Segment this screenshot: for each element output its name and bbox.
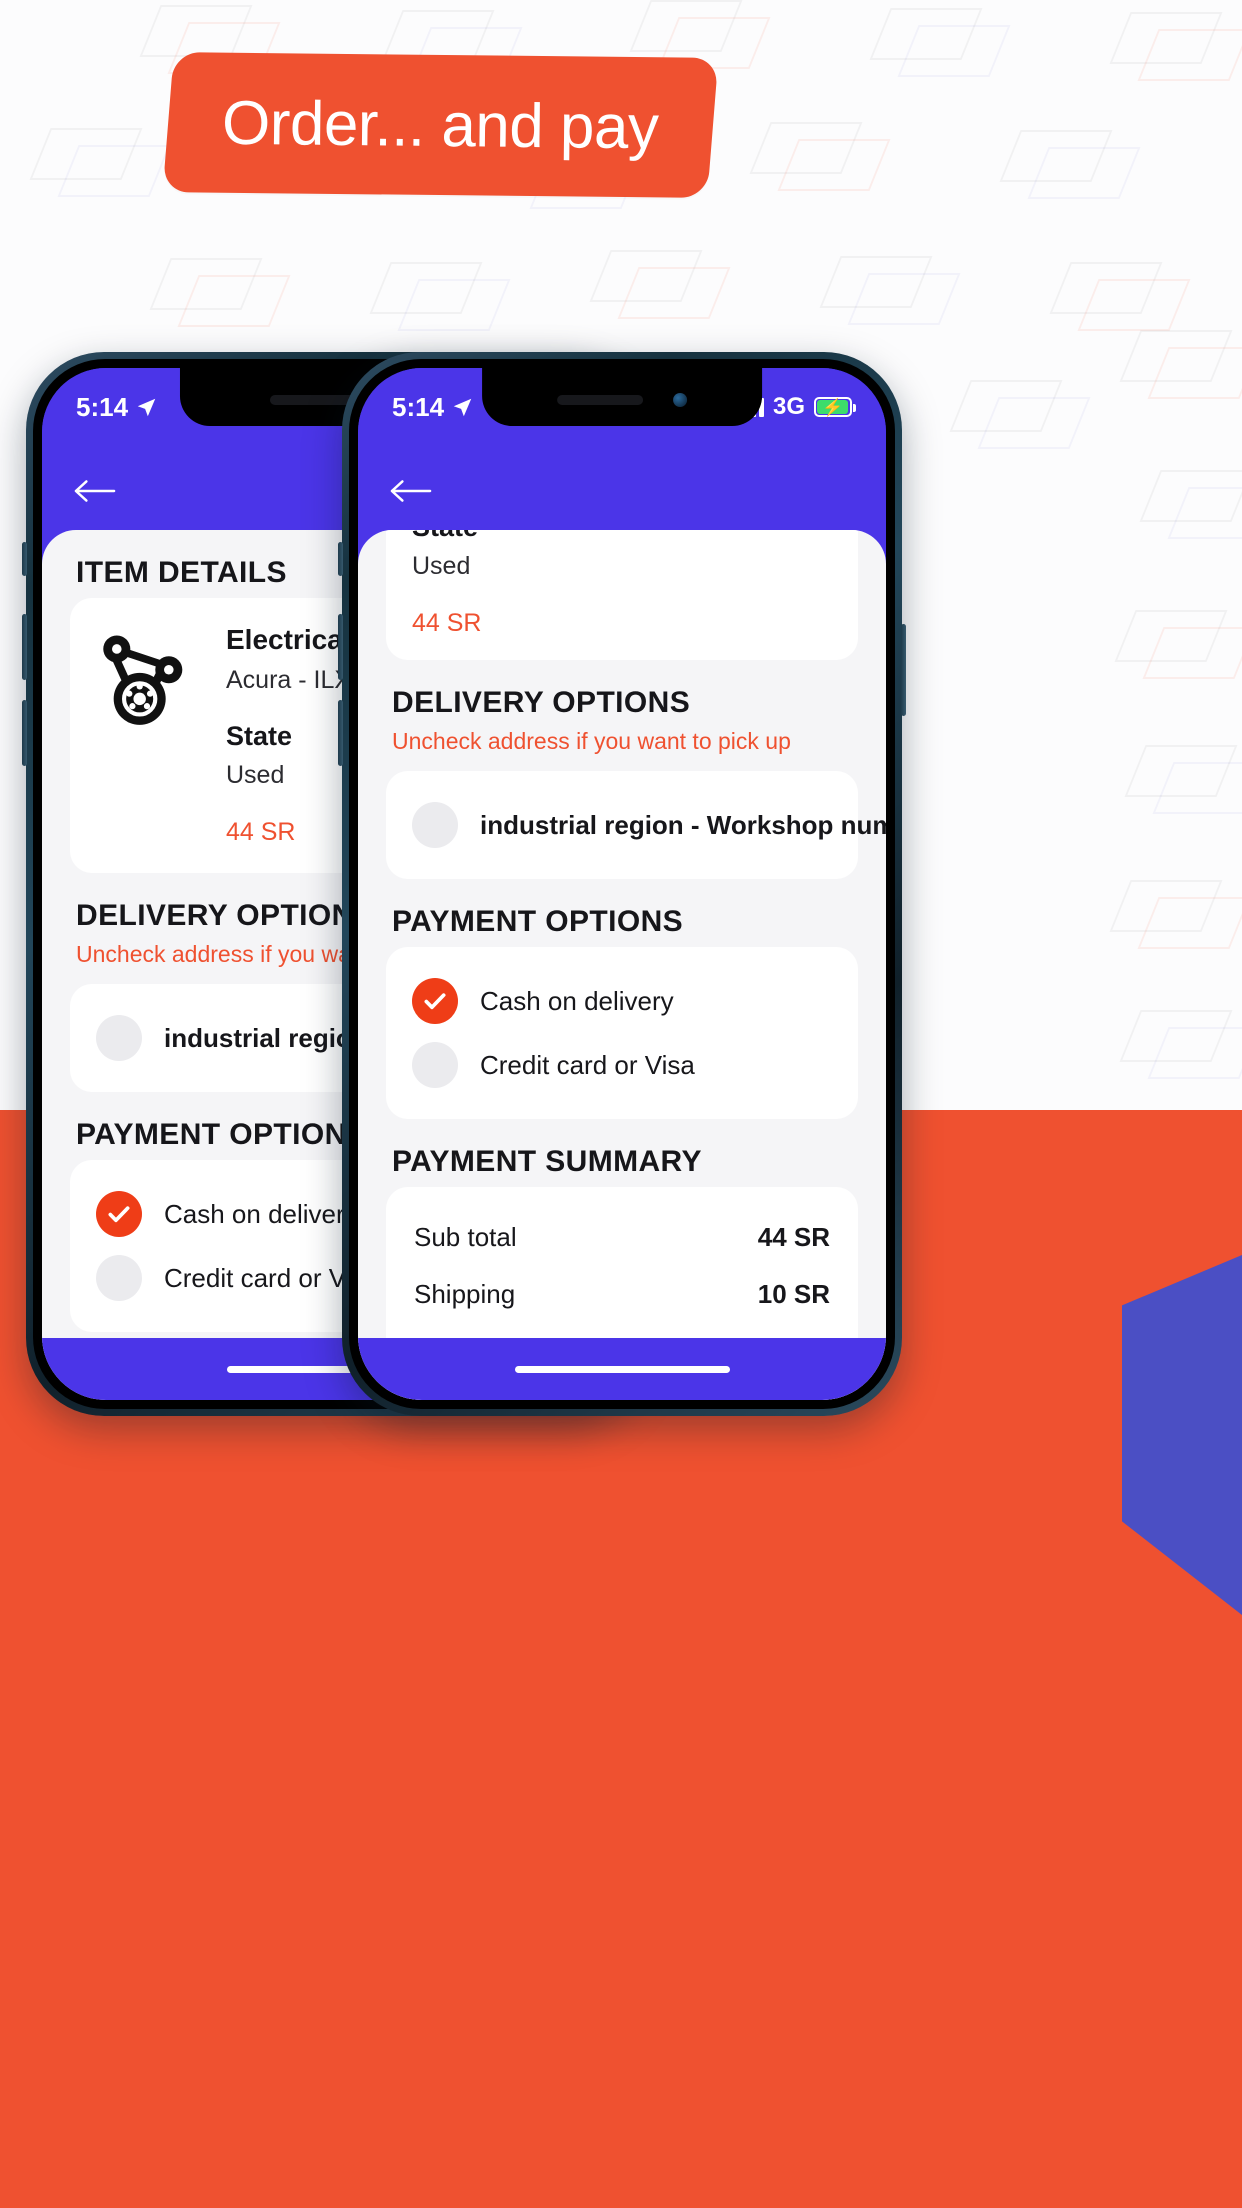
item-price: 44 SR — [412, 609, 482, 637]
item-details-card-partial: State Used 44 SR — [386, 530, 858, 660]
status-time: 5:14 — [76, 391, 129, 422]
payment-summary-heading: PAYMENT SUMMARY — [392, 1145, 702, 1178]
radio-checked-icon[interactable] — [96, 1191, 142, 1237]
device-notch — [482, 368, 762, 426]
screen-right: 5:14 3G ⚡ Used 44 SR DELIVERY OPTIONS Un… — [358, 368, 886, 1400]
delivery-options-card: industrial region - Workshop number: 800 — [386, 771, 886, 879]
payment-options-heading: PAYMENT OPTIONS — [392, 905, 684, 938]
phone-volume-up-button — [22, 614, 27, 680]
phone-volume-up-button — [338, 614, 343, 680]
phone-volume-down-button — [22, 700, 27, 766]
item-state-value: Used — [412, 552, 471, 580]
payment-option-row[interactable]: Credit card or Visa — [412, 1033, 832, 1097]
location-arrow-icon — [137, 398, 156, 416]
radio-checked-icon[interactable] — [412, 978, 458, 1024]
summary-row: Shipping 10 SR — [412, 1266, 832, 1323]
summary-value: 44 SR — [757, 1222, 830, 1252]
delivery-options-heading: DELIVERY OPTIONS — [392, 686, 691, 719]
earpiece-speaker — [269, 395, 356, 405]
phone-right-mockup: 5:14 3G ⚡ Used 44 SR DELIVERY OPTIONS Un… — [338, 352, 906, 1416]
phone-mute-switch — [22, 542, 27, 576]
summary-key: Sub total — [414, 1222, 517, 1252]
earpiece-speaker — [556, 395, 643, 405]
summary-value: 10 SR — [757, 1279, 830, 1309]
phone-mute-switch — [338, 542, 343, 576]
back-arrow-icon[interactable] — [74, 478, 116, 504]
phone-volume-down-button — [338, 700, 343, 766]
headline-text: Order... and pay — [221, 88, 659, 162]
radio-unchecked-icon[interactable] — [96, 1255, 142, 1301]
network-type-label: 3G — [772, 393, 805, 420]
home-indicator[interactable] — [514, 1365, 730, 1373]
home-indicator-bar-right — [358, 1338, 886, 1400]
item-state-label: State — [412, 530, 832, 543]
summary-key: Shipping — [414, 1279, 516, 1309]
radio-unchecked-icon[interactable] — [96, 1015, 142, 1061]
delivery-option-row[interactable]: industrial region - Workshop number: 800 — [412, 793, 886, 857]
promo-stage: Order... and pay 5:14 ITEM DETAILS Elect… — [0, 0, 1242, 2208]
payment-option-label: Cash on delivery — [164, 1198, 358, 1229]
delivery-option-label: industrial region - Workshop number: 800 — [480, 809, 886, 840]
summary-row: Sub total 44 SR — [412, 1209, 832, 1266]
front-camera — [672, 393, 687, 407]
timing-belt-pulley-icon — [103, 635, 183, 725]
delivery-options-note: Uncheck address if you want to pick up — [392, 728, 791, 754]
headline-banner: Order... and pay — [162, 52, 719, 198]
battery-charging-icon: ⚡ — [814, 397, 856, 417]
app-content-right[interactable]: State Used 44 SR DELIVERY OPTIONS Unchec… — [358, 530, 886, 1400]
payment-option-label: Cash on delivery — [480, 985, 674, 1016]
phone-power-button — [901, 624, 906, 716]
payment-option-label: Credit card or Visa — [480, 1049, 695, 1080]
radio-unchecked-icon[interactable] — [412, 802, 458, 848]
location-arrow-icon — [453, 398, 472, 416]
back-arrow-icon[interactable] — [390, 478, 432, 504]
payment-options-card: Cash on delivery Credit card or Visa — [386, 947, 858, 1119]
payment-option-row[interactable]: Cash on delivery — [412, 969, 832, 1033]
phone-bezel: 5:14 3G ⚡ Used 44 SR DELIVERY OPTIONS Un… — [349, 359, 895, 1409]
status-time: 5:14 — [392, 391, 445, 422]
radio-unchecked-icon[interactable] — [412, 1042, 458, 1088]
